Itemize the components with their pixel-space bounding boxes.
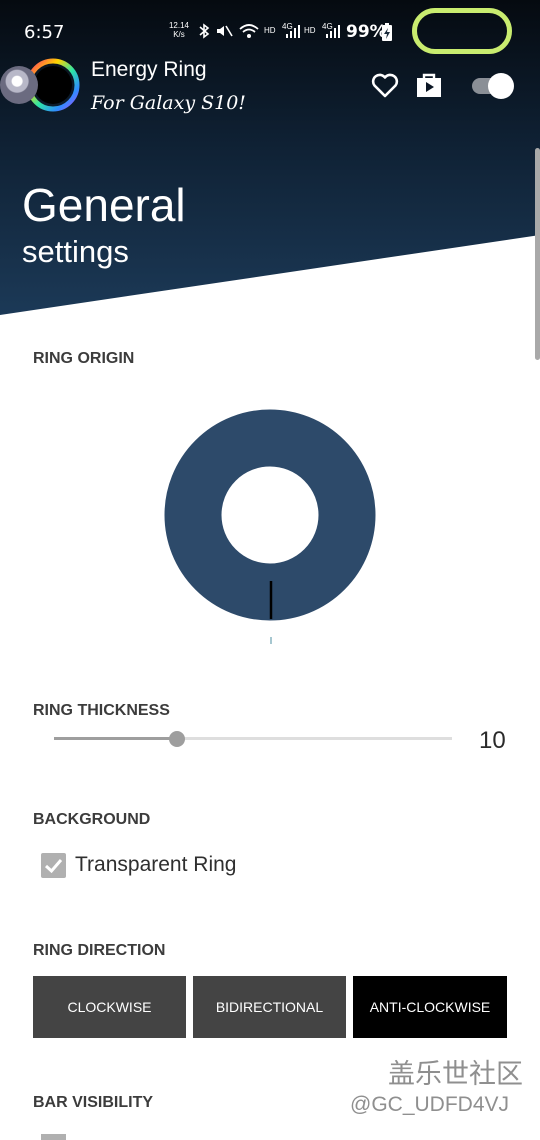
- watermark-user: @GC_UDFD4VJ: [350, 1093, 510, 1116]
- wifi-icon: [239, 24, 259, 38]
- toggle-knob: [488, 73, 514, 99]
- master-toggle[interactable]: [472, 72, 516, 100]
- status-time: 6:57: [24, 22, 65, 43]
- checkmark-icon: [44, 859, 63, 874]
- mute-icon: [217, 25, 233, 37]
- bidirectional-button[interactable]: BIDIRECTIONAL: [193, 976, 346, 1038]
- network-speed-value: 12.14: [168, 21, 190, 30]
- transparent-ring-label[interactable]: Transparent Ring: [75, 853, 236, 877]
- hd-label-1: HD: [264, 26, 276, 35]
- ring-thickness-slider[interactable]: [54, 728, 454, 750]
- ring-direction-label: RING DIRECTION: [33, 942, 166, 959]
- transparent-ring-checkbox[interactable]: [41, 853, 66, 878]
- floating-bubble-icon[interactable]: [0, 66, 38, 104]
- clockwise-button[interactable]: CLOCKWISE: [33, 976, 186, 1038]
- camera-cutout-ring: [412, 8, 512, 54]
- network-speed-unit: K/s: [173, 30, 185, 39]
- hd-label-2: HD: [304, 26, 316, 35]
- page-subtitle: settings: [22, 234, 129, 269]
- watermark-site: 盖乐世社区: [388, 1059, 523, 1090]
- shopping-bag-icon[interactable]: [414, 70, 444, 100]
- ring-origin-label: RING ORIGIN: [33, 350, 135, 367]
- heart-icon[interactable]: [370, 70, 400, 100]
- ring-thickness-value: 10: [479, 727, 506, 754]
- slider-fill: [54, 737, 177, 740]
- ring-preview[interactable]: [164, 409, 376, 621]
- ring-thickness-label: RING THICKNESS: [33, 702, 170, 719]
- bluetooth-icon: [199, 23, 210, 39]
- network-speed: 12.14 K/s: [166, 21, 192, 39]
- app-subtitle: For Galaxy S10!: [91, 92, 246, 114]
- page-title: General: [22, 179, 186, 231]
- app-title: Energy Ring: [91, 58, 207, 81]
- ring-origin-picker[interactable]: [160, 405, 380, 645]
- signal-icon-2: [326, 25, 340, 38]
- bar-visibility-checkbox[interactable]: [41, 1134, 66, 1140]
- scrollbar-thumb[interactable]: [535, 148, 540, 360]
- anti-clockwise-button[interactable]: ANTI-CLOCKWISE: [353, 976, 507, 1038]
- signal-icon: [286, 25, 300, 38]
- battery-charging-icon: [382, 23, 392, 41]
- slider-thumb[interactable]: [169, 731, 185, 747]
- settings-screen: 6:57 12.14 K/s HD 4G HD 4G 99% Energy Ri…: [0, 0, 540, 1140]
- bar-visibility-label: BAR VISIBILITY: [33, 1094, 154, 1111]
- background-label: BACKGROUND: [33, 811, 151, 828]
